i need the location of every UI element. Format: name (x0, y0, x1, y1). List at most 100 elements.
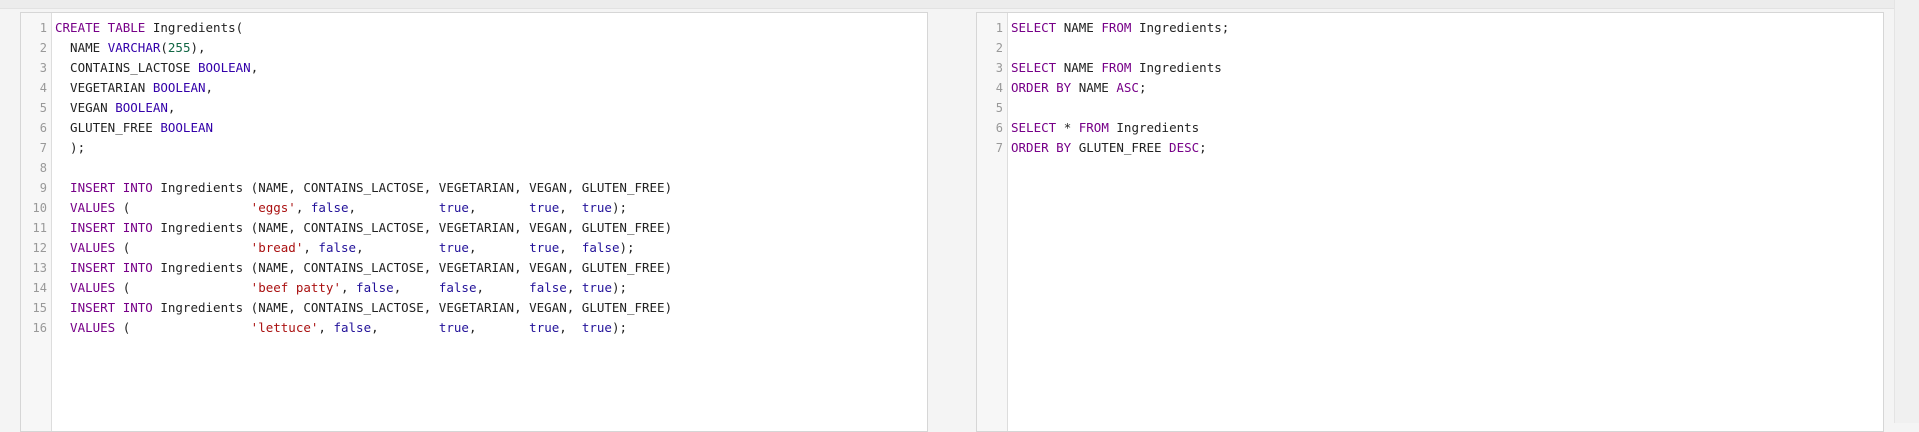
code-token: ( (160, 40, 168, 55)
query-sql-editor[interactable]: 1234567 SELECT NAME FROM Ingredients; SEL… (976, 12, 1884, 432)
code-token: ); (611, 320, 628, 335)
code-line[interactable]: INSERT INTO Ingredients (NAME, CONTAINS_… (55, 298, 927, 318)
code-token: , (393, 280, 439, 295)
code-token: VALUES (55, 240, 123, 255)
code-token: , (303, 240, 319, 255)
code-token: ORDER BY (1011, 140, 1079, 155)
code-token: true (529, 240, 560, 255)
line-number: 14 (32, 281, 47, 295)
code-area[interactable]: SELECT NAME FROM Ingredients; SELECT NAME… (1011, 18, 1883, 158)
code-token: ( (122, 320, 251, 335)
page-scrollbar[interactable] (1894, 0, 1919, 423)
line-number: 8 (39, 161, 47, 175)
code-token: , (205, 80, 214, 95)
code-line[interactable]: VEGAN BOOLEAN, (55, 98, 927, 118)
code-token: FROM (1101, 60, 1139, 75)
code-line[interactable]: CONTAINS_LACTOSE BOOLEAN, (55, 58, 927, 78)
line-number: 6 (995, 121, 1003, 135)
code-token: true (529, 320, 560, 335)
code-line[interactable]: SELECT NAME FROM Ingredients (1011, 58, 1883, 78)
code-token: VALUES (55, 200, 123, 215)
code-line[interactable]: ); (55, 138, 927, 158)
code-token: 'beef patty' (250, 280, 341, 295)
line-number: 4 (995, 81, 1003, 95)
code-token: SELECT (1011, 20, 1064, 35)
line-number: 1 (39, 21, 47, 35)
code-token: true (581, 320, 612, 335)
code-token: Ingredients (1138, 60, 1222, 75)
code-token: Ingredients (1116, 120, 1200, 135)
code-token: Ingredients; (1138, 20, 1230, 35)
code-token: CONTAINS_LACTOSE (55, 60, 198, 75)
line-number: 9 (39, 181, 47, 195)
line-number: 10 (32, 201, 47, 215)
line-number: 11 (32, 221, 47, 235)
code-line[interactable]: ORDER BY GLUTEN_FREE DESC; (1011, 138, 1883, 158)
code-line[interactable] (1011, 98, 1883, 118)
line-number: 6 (39, 121, 47, 135)
code-line[interactable]: GLUTEN_FREE BOOLEAN (55, 118, 927, 138)
code-token: false (581, 240, 620, 255)
line-number: 15 (32, 301, 47, 315)
code-token: ORDER BY (1011, 80, 1079, 95)
code-token: BOOLEAN (160, 120, 214, 135)
code-token: ); (611, 200, 628, 215)
code-line[interactable]: NAME VARCHAR(255), (55, 38, 927, 58)
code-line[interactable]: INSERT INTO Ingredients (NAME, CONTAINS_… (55, 258, 927, 278)
code-line[interactable]: SELECT NAME FROM Ingredients; (1011, 18, 1883, 38)
line-number: 7 (995, 141, 1003, 155)
code-line[interactable]: VEGETARIAN BOOLEAN, (55, 78, 927, 98)
code-token: , (348, 200, 439, 215)
line-number: 5 (39, 101, 47, 115)
code-token: 'lettuce' (250, 320, 319, 335)
code-token: true (438, 240, 469, 255)
code-token: , (371, 320, 439, 335)
code-line[interactable]: ORDER BY NAME ASC; (1011, 78, 1883, 98)
code-line[interactable]: SELECT * FROM Ingredients (1011, 118, 1883, 138)
code-token: ; (1199, 140, 1207, 155)
code-token: VEGETARIAN (55, 80, 153, 95)
code-token: ( (122, 280, 251, 295)
code-token: INSERT INTO (55, 300, 161, 315)
code-token: INSERT INTO (55, 260, 161, 275)
code-token: true (529, 200, 560, 215)
code-line[interactable]: VALUES ( 'lettuce', false, true, true, t… (55, 318, 927, 338)
code-token: false (333, 320, 372, 335)
code-token: 'eggs' (250, 200, 296, 215)
code-token: * (1063, 120, 1079, 135)
code-token: NAME (55, 40, 108, 55)
line-number: 12 (32, 241, 47, 255)
code-token: true (581, 280, 612, 295)
code-line[interactable] (1011, 38, 1883, 58)
code-token: FROM (1101, 20, 1139, 35)
code-token: false (318, 240, 357, 255)
code-token: GLUTEN_FREE (55, 120, 161, 135)
code-token: , (318, 320, 334, 335)
code-token: CREATE TABLE (55, 20, 153, 35)
code-area[interactable]: CREATE TABLE Ingredients( NAME VARCHAR(2… (55, 18, 927, 338)
code-line[interactable]: INSERT INTO Ingredients (NAME, CONTAINS_… (55, 218, 927, 238)
code-token: Ingredients (NAME, CONTAINS_LACTOSE, VEG… (160, 300, 673, 315)
code-line[interactable]: INSERT INTO Ingredients (NAME, CONTAINS_… (55, 178, 927, 198)
code-line[interactable]: CREATE TABLE Ingredients( (55, 18, 927, 38)
code-token: INSERT INTO (55, 220, 161, 235)
code-token: BOOLEAN (152, 80, 206, 95)
code-token: , (476, 280, 530, 295)
code-token: SELECT (1011, 60, 1064, 75)
code-token: , (559, 200, 582, 215)
code-token: , (566, 280, 582, 295)
code-line[interactable]: VALUES ( 'eggs', false, true, true, true… (55, 198, 927, 218)
line-number: 2 (39, 41, 47, 55)
code-token: , (559, 240, 582, 255)
code-token: VEGAN (55, 100, 116, 115)
code-token: , (468, 240, 530, 255)
code-line[interactable]: VALUES ( 'beef patty', false, false, fal… (55, 278, 927, 298)
code-line[interactable]: VALUES ( 'bread', false, true, true, fal… (55, 238, 927, 258)
code-token: DESC (1169, 140, 1200, 155)
schema-sql-editor[interactable]: 1 2 3 4 5 6 7 8 9 10 11 12 13 14 15 16 CREATE TABLE Ing… (20, 12, 928, 432)
code-token: BOOLEAN (115, 100, 168, 115)
code-line[interactable] (55, 158, 927, 178)
line-number: 2 (995, 41, 1003, 55)
code-token: false (438, 280, 477, 295)
code-token: FROM (1078, 120, 1117, 135)
